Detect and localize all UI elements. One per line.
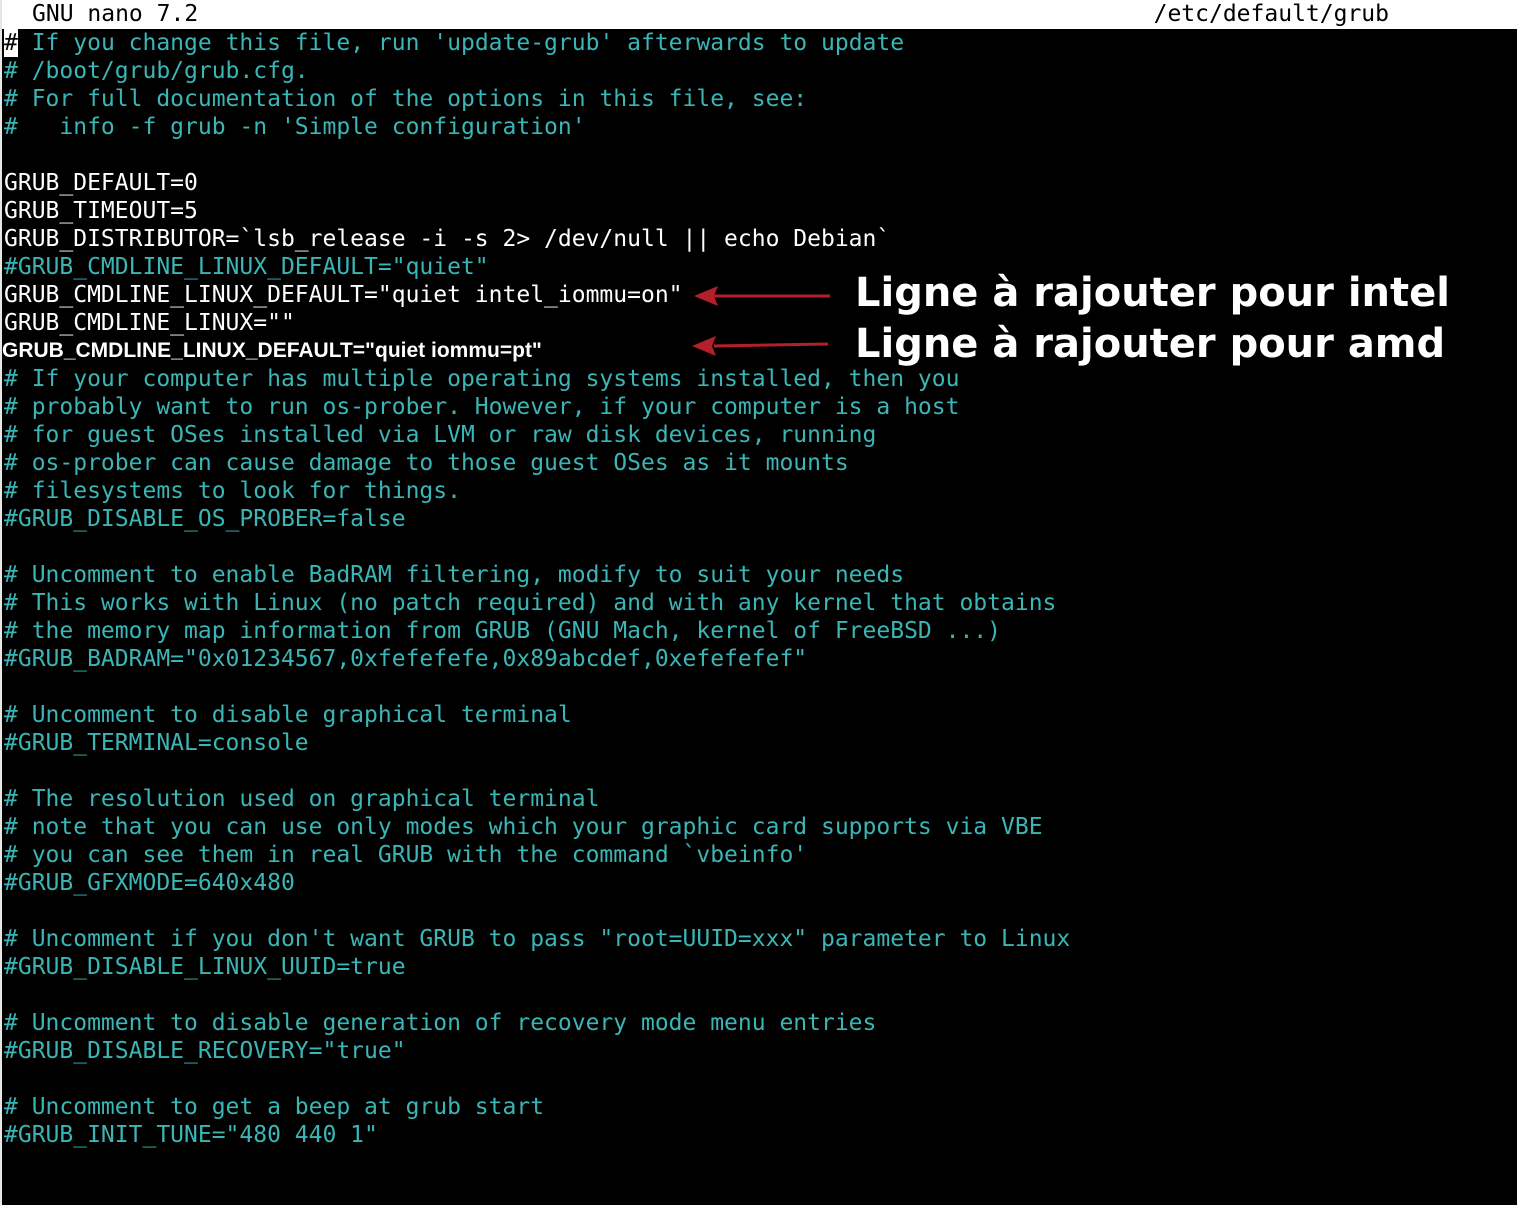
- terminal-window[interactable]: GNU nano 7.2 /etc/default/grub # If you …: [0, 0, 1517, 1205]
- editor-line: # the memory map information from GRUB (…: [4, 618, 1001, 644]
- editor-line: # filesystems to look for things.: [4, 478, 461, 504]
- editor-line: # If your computer has multiple operatin…: [4, 366, 960, 392]
- editor-line: # Uncomment if you don't want GRUB to pa…: [4, 926, 1071, 952]
- editor-line: GRUB_DISTRIBUTOR=`lsb_release -i -s 2> /…: [4, 226, 891, 252]
- editor-line: # you can see them in real GRUB with the…: [4, 842, 808, 868]
- editor-line: # os-prober can cause damage to those gu…: [4, 450, 849, 476]
- editor-line: # Uncomment to enable BadRAM filtering, …: [4, 562, 905, 588]
- editor-line: # For full documentation of the options …: [4, 86, 808, 112]
- editor-line: # for guest OSes installed via LVM or ra…: [4, 422, 877, 448]
- editor-line: GRUB_TIMEOUT=5: [4, 198, 198, 224]
- editor-line: # /boot/grub/grub.cfg.: [4, 58, 309, 84]
- editor-line: # Uncomment to disable graphical termina…: [4, 702, 572, 728]
- editor-lines: # /boot/grub/grub.cfg. # For full documen…: [2, 57, 1504, 1149]
- text-cursor: #: [4, 29, 18, 57]
- editor-line: #GRUB_DISABLE_RECOVERY="true": [4, 1038, 406, 1064]
- editor-line: # probably want to run os-prober. Howeve…: [4, 394, 960, 420]
- editor-line: #GRUB_BADRAM="0x01234567,0xfefefefe,0x89…: [4, 646, 808, 672]
- editor-line: #GRUB_GFXMODE=640x480: [4, 870, 295, 896]
- annotation-intel: Ligne à rajouter pour intel: [855, 270, 1450, 316]
- editor-line: GRUB_DEFAULT=0: [4, 170, 198, 196]
- editor-line: # info -f grub -n 'Simple configuration': [4, 114, 586, 140]
- editor-line: #GRUB_TERMINAL=console: [4, 730, 309, 756]
- nano-title-bar: GNU nano 7.2 /etc/default/grub: [2, 0, 1517, 29]
- line-text: If you change this file, run 'update-gru…: [17, 30, 905, 56]
- editor-line: # This works with Linux (no patch requir…: [4, 590, 1057, 616]
- annotation-amd: Ligne à rajouter pour amd: [855, 321, 1446, 367]
- editor-line: #GRUB_DISABLE_OS_PROBER=false: [4, 506, 406, 532]
- file-path: /etc/default/grub: [1153, 1, 1389, 27]
- editor-line: #GRUB_DISABLE_LINUX_UUID=true: [4, 954, 406, 980]
- editor-line: # Uncomment to disable generation of rec…: [4, 1010, 877, 1036]
- editor-buffer[interactable]: # If you change this file, run 'update-g…: [2, 29, 1504, 1149]
- editor-line: # note that you can use only modes which…: [4, 814, 1043, 840]
- app-name: GNU nano 7.2: [32, 1, 199, 27]
- editor-line: # The resolution used on graphical termi…: [4, 786, 600, 812]
- editor-line: # Uncomment to get a beep at grub start: [4, 1094, 545, 1120]
- editor-line: # If you change this file, run 'update-g…: [4, 29, 1504, 57]
- editor-line: #GRUB_INIT_TUNE="480 440 1": [4, 1122, 378, 1148]
